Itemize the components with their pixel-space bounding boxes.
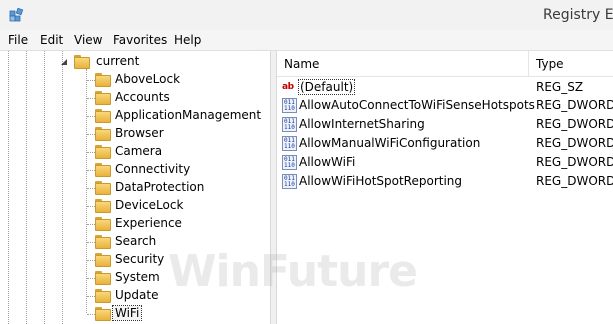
value-type: REG_SZ	[536, 80, 584, 94]
tree-item-label: Update	[115, 288, 159, 302]
column-header-name[interactable]: Name	[277, 51, 529, 77]
column-header-type[interactable]: Type	[529, 51, 613, 77]
folder-icon	[95, 145, 111, 159]
tree-item-label: System	[115, 270, 160, 284]
folder-icon	[95, 289, 111, 303]
tree-item-label: Experience	[115, 216, 182, 230]
value-type: REG_DWORD	[536, 155, 613, 169]
value-type: REG_DWORD	[536, 174, 613, 188]
window-title: Registry Ed	[543, 7, 613, 23]
value-type: REG_DWORD	[536, 136, 613, 150]
value-name: AllowManualWiFiConfiguration	[299, 136, 481, 150]
folder-icon	[95, 307, 111, 321]
folder-icon	[95, 217, 111, 231]
tree-item-system[interactable]: System	[0, 269, 270, 287]
value-row[interactable]: 011 110 AllowManualWiFiConfiguration REG_…	[277, 134, 613, 153]
folder-icon	[95, 181, 111, 195]
folder-icon	[95, 253, 111, 267]
tree-item-label: AboveLock	[115, 72, 181, 86]
binary-value-icon: 011 110	[282, 174, 297, 189]
tree-item-connectivity[interactable]: Connectivity	[0, 161, 270, 179]
tree-item-experience[interactable]: Experience	[0, 215, 270, 233]
folder-icon	[95, 271, 111, 285]
value-row-default[interactable]: ab (Default) REG_SZ	[277, 78, 613, 97]
menu-bar: File Edit View Favorites Help	[0, 30, 613, 51]
folder-icon	[95, 91, 111, 105]
value-name: AllowInternetSharing	[299, 117, 425, 131]
tree-item-label-selected: WiFi	[111, 305, 143, 321]
tree-item-current[interactable]: current	[0, 53, 270, 71]
value-row[interactable]: 011 110 AllowWiFi REG_DWORD	[277, 153, 613, 172]
binary-value-icon: 011 110	[282, 155, 297, 170]
tree-item-label: Connectivity	[115, 162, 191, 176]
tree-item-label: Search	[115, 234, 157, 248]
value-name: AllowWiFi	[299, 155, 356, 169]
tree-item-label: ApplicationManagement	[115, 108, 262, 122]
tree-item-devicelock[interactable]: DeviceLock	[0, 197, 270, 215]
tree-item-update[interactable]: Update	[0, 287, 270, 305]
tree-item-applicationmanagement[interactable]: ApplicationManagement	[0, 107, 270, 125]
folder-icon	[95, 127, 111, 141]
menu-help[interactable]: Help	[174, 33, 201, 47]
tree-item-label: DataProtection	[115, 180, 205, 194]
tree-item-browser[interactable]: Browser	[0, 125, 270, 143]
tree-item-label: Accounts	[115, 90, 170, 104]
tree-item-label: Security	[115, 252, 165, 266]
tree-item-accounts[interactable]: Accounts	[0, 89, 270, 107]
tree-item-label: Camera	[115, 144, 163, 158]
value-row[interactable]: 011 110 AllowAutoConnectToWiFiSenseHotspo…	[277, 96, 613, 115]
value-row[interactable]: 011 110 AllowInternetSharing REG_DWORD	[277, 115, 613, 134]
binary-value-icon: 011 110	[282, 117, 297, 132]
key-tree[interactable]: current AboveLock Accounts ApplicationMa…	[0, 51, 270, 324]
tree-item-label: Browser	[115, 126, 164, 140]
folder-icon	[95, 163, 111, 177]
menu-edit[interactable]: Edit	[40, 33, 63, 47]
tree-item-label: current	[96, 54, 140, 68]
collapse-arrow-icon[interactable]	[60, 58, 68, 66]
value-type: REG_DWORD	[536, 98, 613, 112]
menu-favorites[interactable]: Favorites	[113, 33, 167, 47]
tree-item-abovelock[interactable]: AboveLock	[0, 71, 270, 89]
menu-view[interactable]: View	[74, 33, 102, 47]
tree-item-dataprotection[interactable]: DataProtection	[0, 179, 270, 197]
folder-icon	[95, 73, 111, 87]
tree-item-search[interactable]: Search	[0, 233, 270, 251]
binary-value-icon: 011 110	[282, 136, 297, 151]
value-name: AllowAutoConnectToWiFiSenseHotspots	[299, 98, 535, 112]
binary-value-icon: 011 110	[282, 98, 297, 113]
tree-item-camera[interactable]: Camera	[0, 143, 270, 161]
tree-item-wifi[interactable]: WiFi	[0, 305, 270, 323]
menu-file[interactable]: File	[8, 33, 28, 47]
value-type: REG_DWORD	[536, 117, 613, 131]
folder-open-icon	[74, 55, 90, 69]
value-name: AllowWiFiHotSpotReporting	[299, 174, 463, 188]
folder-icon	[95, 109, 111, 123]
tree-item-security[interactable]: Security	[0, 251, 270, 269]
values-list[interactable]: Name Type ab (Default) REG_SZ 011 110 All…	[277, 51, 613, 324]
value-name: (Default)	[297, 79, 356, 95]
title-bar: Registry Ed	[0, 0, 613, 30]
string-value-icon: ab	[282, 82, 294, 92]
registry-editor-icon[interactable]	[9, 7, 25, 23]
folder-icon	[95, 199, 111, 213]
tree-item-label: DeviceLock	[115, 198, 184, 212]
pane-splitter[interactable]	[270, 51, 277, 324]
value-row[interactable]: 011 110 AllowWiFiHotSpotReporting REG_DWO…	[277, 172, 613, 191]
folder-icon	[95, 235, 111, 249]
